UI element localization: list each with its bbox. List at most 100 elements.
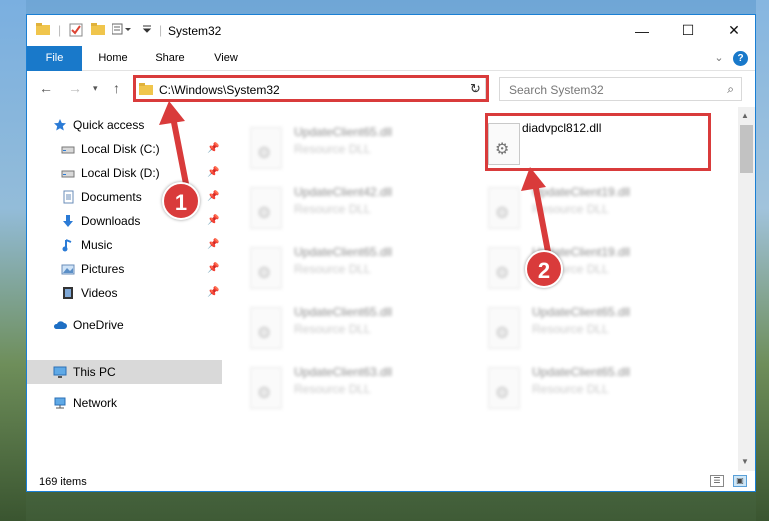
sidebar-item-videos[interactable]: Videos 📌 xyxy=(27,282,222,304)
pin-icon[interactable]: 📌 xyxy=(207,282,219,304)
pin-icon[interactable]: 📌 xyxy=(207,186,219,208)
tab-home[interactable]: Home xyxy=(85,46,141,71)
sidebar-item-local-disk-d[interactable]: Local Disk (D:) 📌 xyxy=(27,162,222,184)
sidebar-item-music[interactable]: Music 📌 xyxy=(27,234,222,256)
status-bar: 169 items ☰ ▣ xyxy=(27,471,755,491)
sidebar-item-label: Quick access xyxy=(73,118,145,132)
sidebar-item-label: Local Disk (D:) xyxy=(81,166,160,180)
file-item[interactable]: ⚙ UpdateClient65.dll Resource DLL xyxy=(460,299,685,359)
download-icon xyxy=(63,215,73,227)
pin-icon[interactable]: 📌 xyxy=(207,138,219,160)
file-type: Resource DLL xyxy=(294,202,371,216)
quick-access-dropdown-icon[interactable] xyxy=(142,23,152,33)
minimize-button[interactable]: — xyxy=(619,15,665,46)
network-icon xyxy=(54,397,66,409)
file-name: UpdateClient65.dll xyxy=(294,125,393,139)
file-type: Resource DLL xyxy=(532,382,609,396)
separator: | xyxy=(159,23,163,37)
search-icon: ⌕ xyxy=(727,82,734,96)
expand-ribbon-icon[interactable]: ⌄ xyxy=(711,46,727,71)
tab-share[interactable]: Share xyxy=(143,46,197,71)
maximize-button[interactable]: ☐ xyxy=(665,15,711,46)
search-input[interactable]: Search System32 xyxy=(509,83,604,97)
large-icons-view-icon[interactable]: ▣ xyxy=(733,475,747,487)
file-item[interactable]: ⚙ UpdateClient65.dll Resource DLL xyxy=(222,299,447,359)
file-name: UpdateClient65.dll xyxy=(294,305,393,319)
dll-file-icon: ⚙ xyxy=(488,367,520,409)
cloud-icon xyxy=(53,321,67,329)
scroll-down-arrow-icon[interactable]: ▼ xyxy=(741,457,749,466)
properties-icon[interactable] xyxy=(69,23,83,37)
file-type: Resource DLL xyxy=(532,202,609,216)
file-item[interactable]: ⚙ UpdateClient63.dll Resource DLL xyxy=(222,359,447,419)
recent-locations-chevron-icon[interactable]: ▾ xyxy=(93,83,98,94)
file-name: UpdateClient65.dll xyxy=(532,305,631,319)
dll-file-icon: ⚙ xyxy=(250,307,282,349)
navigation-pane: Quick access Local Disk (C:) 📌 Local Dis… xyxy=(27,107,222,457)
sidebar-item-label: Documents xyxy=(81,190,142,204)
pin-icon[interactable]: 📌 xyxy=(207,234,219,256)
desktop-background-left xyxy=(0,0,26,521)
sidebar-item-label: Downloads xyxy=(81,214,141,228)
highlight-box-address xyxy=(133,75,489,102)
sidebar-item-label: Network xyxy=(73,396,118,410)
sidebar-item-network[interactable]: Network xyxy=(27,392,222,414)
highlight-box-file xyxy=(485,113,711,171)
scrollbar-thumb[interactable] xyxy=(740,125,753,173)
forward-arrow-icon[interactable]: → xyxy=(68,80,82,96)
new-folder-icon[interactable] xyxy=(91,23,105,35)
file-name: UpdateClient65.dll xyxy=(532,365,631,379)
file-item[interactable]: ⚙ UpdateClient19.dll Resource DLL xyxy=(460,179,685,239)
pin-icon[interactable]: 📌 xyxy=(207,258,219,280)
sidebar-item-onedrive[interactable]: OneDrive xyxy=(27,314,222,336)
window-title: System32 xyxy=(168,24,222,38)
file-type: Resource DLL xyxy=(294,262,371,276)
file-item[interactable]: ⚙ UpdateClient65.dll Resource DLL xyxy=(460,359,685,419)
pin-icon[interactable]: 📌 xyxy=(207,210,219,232)
file-name: UpdateClient42.dll xyxy=(294,185,393,199)
dll-file-icon: ⚙ xyxy=(250,187,282,229)
desktop-background-right xyxy=(756,0,769,521)
dll-file-icon: ⚙ xyxy=(250,127,282,169)
file-type: Resource DLL xyxy=(294,142,371,156)
file-item[interactable]: ⚙ UpdateClient65.dll Resource DLL xyxy=(222,119,447,179)
annotation-marker-2: 2 xyxy=(525,250,563,288)
file-name: UpdateClient63.dll xyxy=(294,365,393,379)
sidebar-item-this-pc[interactable]: This PC xyxy=(27,360,222,384)
up-arrow-icon[interactable]: ↑ xyxy=(113,80,120,96)
star-icon xyxy=(54,119,66,131)
explorer-window: | | System32 — ☐ ✕ File Home Share View … xyxy=(26,14,756,492)
file-name: UpdateClient19.dll xyxy=(532,185,631,199)
drive-icon xyxy=(61,146,75,154)
sidebar-item-label: Local Disk (C:) xyxy=(81,142,160,156)
close-button[interactable]: ✕ xyxy=(711,15,755,46)
vertical-scrollbar[interactable]: ▲ ▼ xyxy=(738,107,755,471)
tab-view[interactable]: View xyxy=(201,46,251,71)
details-view-icon[interactable]: ☰ xyxy=(710,475,724,487)
sidebar-item-label: Pictures xyxy=(81,262,125,276)
back-arrow-icon[interactable]: ← xyxy=(39,80,53,96)
search-box[interactable]: Search System32 ⌕ xyxy=(499,77,742,101)
sidebar-item-label: Music xyxy=(81,238,113,252)
dll-file-icon: ⚙ xyxy=(250,367,282,409)
file-name: UpdateClient65.dll xyxy=(294,245,393,259)
pictures-icon xyxy=(61,264,75,275)
sidebar-item-local-disk-c[interactable]: Local Disk (C:) 📌 xyxy=(27,138,222,160)
computer-icon xyxy=(53,366,67,378)
help-icon[interactable]: ? xyxy=(733,51,748,66)
dll-file-icon: ⚙ xyxy=(250,247,282,289)
documents-icon xyxy=(63,190,74,204)
title-bar: | | System32 — ☐ ✕ xyxy=(27,15,755,46)
file-item[interactable]: ⚙ UpdateClient42.dll Resource DLL xyxy=(222,179,447,239)
file-type: Resource DLL xyxy=(532,322,609,336)
sidebar-item-pictures[interactable]: Pictures 📌 xyxy=(27,258,222,280)
pin-icon[interactable]: 📌 xyxy=(207,162,219,184)
customize-toolbar-icon[interactable] xyxy=(112,23,134,35)
tab-file[interactable]: File xyxy=(27,46,82,71)
file-item[interactable]: ⚙ UpdateClient19.dll Resource DLL xyxy=(460,239,685,299)
sidebar-item-label: Videos xyxy=(81,286,118,300)
sidebar-item-quick-access[interactable]: Quick access xyxy=(27,114,222,136)
videos-icon xyxy=(63,287,73,299)
file-item[interactable]: ⚙ UpdateClient65.dll Resource DLL xyxy=(222,239,447,299)
scroll-up-arrow-icon[interactable]: ▲ xyxy=(741,111,749,120)
